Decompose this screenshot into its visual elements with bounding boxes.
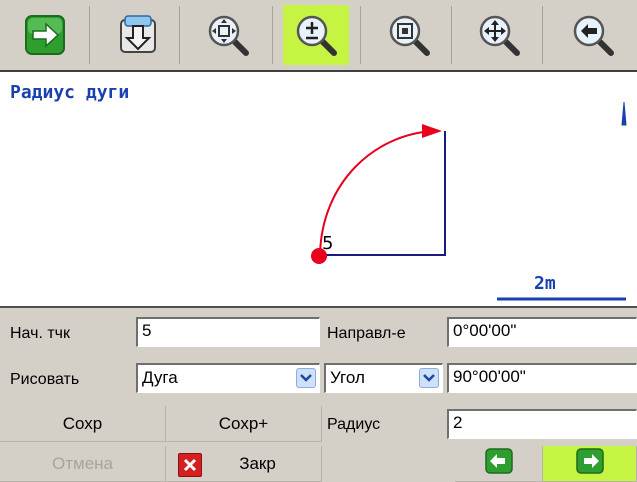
radius-field[interactable]: 2 — [447, 409, 637, 439]
arc-curve — [319, 130, 435, 255]
radius-label: Радиус — [327, 416, 381, 433]
radius-lines — [322, 131, 446, 256]
drawing-canvas[interactable]: Радиус дуги 5 2m — [0, 72, 637, 308]
close-button-label: Закр — [239, 453, 276, 473]
point-label: 5 — [322, 233, 334, 254]
direction-label: Направл-е — [327, 325, 406, 342]
draw-label: Рисовать — [10, 371, 80, 388]
chevron-down-icon[interactable] — [419, 368, 439, 388]
save-to-device-icon[interactable] — [105, 5, 171, 65]
zoom-in-out-icon[interactable] — [283, 5, 349, 65]
arc-arrowhead — [422, 124, 442, 138]
toolbar — [0, 0, 637, 72]
close-button[interactable]: Закр — [166, 446, 322, 482]
angle-type-value: Угол — [330, 368, 365, 387]
scale-label: 2m — [534, 273, 556, 294]
arc-form: Нач. тчк 5 Направл-е 0°00'00" Рисовать Д… — [0, 308, 637, 482]
direction-field[interactable]: 0°00'00" — [447, 317, 637, 347]
chevron-down-icon[interactable] — [296, 368, 316, 388]
save-button[interactable]: Сохр — [0, 406, 166, 442]
start-point-field[interactable]: 5 — [136, 317, 320, 347]
angle-value-field[interactable]: 90°00'00" — [447, 363, 637, 393]
next-button[interactable] — [543, 446, 637, 482]
cancel-button[interactable]: Отмена — [0, 446, 166, 482]
start-point-label: Нач. тчк — [10, 325, 70, 342]
draw-select[interactable]: Дуга — [136, 363, 320, 393]
zoom-extents-icon[interactable] — [195, 5, 261, 65]
north-arrow-icon — [621, 101, 627, 126]
green-arrow-right-icon — [575, 448, 604, 479]
zoom-window-icon[interactable] — [376, 5, 442, 65]
zoom-previous-icon[interactable] — [560, 5, 626, 65]
back-button[interactable] — [455, 446, 543, 482]
angle-type-select[interactable]: Угол — [324, 363, 443, 393]
green-arrow-right-icon[interactable] — [12, 5, 78, 65]
close-icon — [178, 453, 202, 477]
green-arrow-left-icon — [484, 448, 513, 479]
save-plus-button[interactable]: Сохр+ — [166, 406, 322, 442]
pan-icon[interactable] — [466, 5, 532, 65]
draw-select-value: Дуга — [142, 368, 178, 387]
